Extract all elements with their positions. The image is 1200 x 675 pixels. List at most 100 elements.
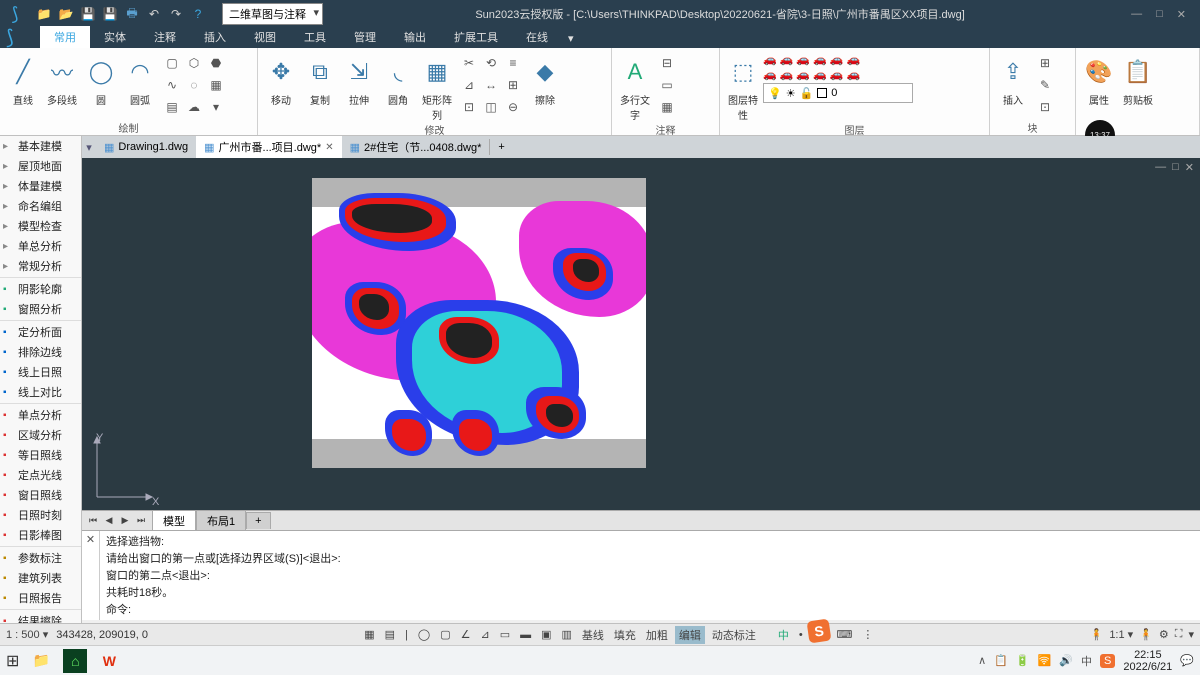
doc-tab[interactable]: ▦2#住宅（节...0408.dwg* [342, 136, 490, 158]
layer-state-icons[interactable]: 🚗🚗🚗🚗🚗🚗 [763, 53, 913, 66]
sidebar-item[interactable]: ▪阴影轮廓 [0, 279, 81, 299]
sidebar-item[interactable]: ▪日照时刻 [0, 505, 81, 525]
layout-tab-model[interactable]: 模型 [152, 510, 196, 531]
draw-small-tools[interactable]: ▢⬡⬣ ∿◌▦ ▤☁▾ [160, 50, 228, 120]
attr-button[interactable]: 🎨属性 [1080, 50, 1118, 107]
person-icon[interactable]: 🧍 [1090, 628, 1104, 641]
layer-props-button[interactable]: ⬚图层特性 [724, 50, 762, 122]
sidebar-item[interactable]: ▸屋顶地面 [0, 156, 81, 176]
array-button[interactable]: ▦矩形阵列 [418, 50, 456, 122]
minimize-icon[interactable]: — [1131, 8, 1142, 21]
add-tab-button[interactable]: + [489, 139, 512, 155]
viewport-controls[interactable]: —□✕ [1155, 161, 1194, 174]
doc-tab[interactable]: ▦Drawing1.dwg [96, 138, 196, 157]
sidebar-item[interactable]: ▪单点分析 [0, 405, 81, 425]
plot-icon[interactable]: 🖶 [124, 6, 140, 22]
sidebar-item[interactable]: ▸体量建模 [0, 176, 81, 196]
erase-button[interactable]: ◆擦除 [526, 50, 564, 107]
toggle-icon[interactable]: ▭ [497, 627, 513, 642]
toggle-icon[interactable]: ▢ [437, 627, 453, 642]
scale-combo[interactable]: 1 : 500 ▾ [6, 628, 48, 641]
tab-annotate[interactable]: 注释 [140, 26, 190, 48]
workspace-combo[interactable]: 二维草图与注释 [222, 3, 323, 25]
sidebar-item[interactable]: ▪建筑列表 [0, 568, 81, 588]
insert-block-button[interactable]: ⇪插入 [994, 50, 1032, 107]
move-button[interactable]: ✥移动 [262, 50, 300, 107]
tab-insert[interactable]: 插入 [190, 26, 240, 48]
annot-small[interactable]: ⊟▭▦ [655, 50, 679, 120]
system-tray[interactable]: ∧📋🔋🛜🔊中 S 22:152022/6/21 💬 [978, 649, 1194, 673]
tab-more[interactable]: ▾ [562, 29, 580, 48]
sidebar-item[interactable]: ▪定点光线 [0, 465, 81, 485]
toggle-icon[interactable]: ∠ [458, 627, 474, 642]
toggle-icon[interactable]: ▬ [517, 628, 534, 642]
tab-tools[interactable]: 工具 [290, 26, 340, 48]
sidebar-item[interactable]: ▪线上日照 [0, 362, 81, 382]
menu-icon[interactable]: ▾ [1188, 628, 1194, 641]
maximize-icon[interactable]: ⛶ [1175, 628, 1183, 641]
saveas-icon[interactable]: 💾 [102, 6, 118, 22]
sidebar-item[interactable]: ▪日照报告 [0, 588, 81, 608]
command-area[interactable]: ✕ 选择遮挡物:请给出窗口的第一点或[选择边界区域(S)]<退出>:窗口的第二点… [82, 530, 1200, 620]
copy-button[interactable]: ⧉复制 [301, 50, 339, 107]
sidebar-item[interactable]: ▪定分析面 [0, 322, 81, 342]
sidebar-item[interactable]: ▸命名编组 [0, 196, 81, 216]
sidebar-item[interactable]: ▸模型检查 [0, 216, 81, 236]
close-tab-icon[interactable]: ✕ [325, 142, 333, 153]
toggle-icon[interactable]: ▥ [559, 627, 575, 642]
sidebar-item[interactable]: ▪区域分析 [0, 425, 81, 445]
sidebar-item[interactable]: ▸单总分析 [0, 236, 81, 256]
new-icon[interactable]: 📁 [36, 6, 52, 22]
ime-cn[interactable]: 中 [775, 626, 792, 644]
help-icon[interactable]: ? [190, 6, 206, 22]
circle-button[interactable]: ◯圆 [82, 50, 120, 107]
tab-manage[interactable]: 管理 [340, 26, 390, 48]
person-icon[interactable]: 🧍 [1139, 628, 1153, 641]
fillet-button[interactable]: ◟圆角 [379, 50, 417, 107]
cmd-close-icon[interactable]: ✕ [82, 531, 100, 620]
clipboard-button[interactable]: 📋剪贴板 [1119, 50, 1157, 107]
sidebar-item[interactable]: ▪线上对比 [0, 382, 81, 402]
sidebar-item[interactable]: ▪排除边线 [0, 342, 81, 362]
toggle-icon[interactable]: ◯ [415, 627, 433, 642]
wps-icon[interactable]: W [97, 649, 121, 673]
doc-tab[interactable]: ▦广州市番...项目.dwg*✕ [196, 136, 341, 158]
gear-icon[interactable]: ⚙ [1159, 628, 1169, 641]
sidebar-item[interactable]: ▪参数标注 [0, 548, 81, 568]
layer-combo[interactable]: 💡 ☀ 🔓 0 [763, 83, 913, 103]
taskbar-clock[interactable]: 22:152022/6/21 [1123, 649, 1172, 673]
sidebar-item[interactable]: ▪日影棒图 [0, 525, 81, 545]
tab-common[interactable]: 常用 [40, 26, 90, 48]
sidebar-item[interactable]: ▪结果擦除 [0, 611, 81, 623]
toggle-icon[interactable]: ▦ [361, 627, 377, 642]
layout-add[interactable]: + [246, 512, 270, 529]
mtext-button[interactable]: A多行文字 [616, 50, 654, 122]
stretch-button[interactable]: ⇲拉伸 [340, 50, 378, 107]
maximize-icon[interactable]: □ [1156, 8, 1163, 21]
toggle-icon[interactable]: ⊿ [477, 627, 492, 642]
layout-tab-1[interactable]: 布局1 [196, 510, 246, 531]
block-small[interactable]: ⊞✎⊡ [1033, 50, 1057, 120]
sidebar-item[interactable]: ▪窗照分析 [0, 299, 81, 319]
tab-online[interactable]: 在线 [512, 26, 562, 48]
app-icon[interactable]: ⌂ [63, 649, 87, 673]
modify-small-tools[interactable]: ✂⟲≡ ⊿↔⊞ ⊡◫⊖ [457, 50, 525, 120]
app-menu-icon[interactable]: ⟆ [6, 25, 14, 50]
tab-ext[interactable]: 扩展工具 [440, 26, 512, 48]
explorer-icon[interactable]: 📁 [29, 649, 53, 673]
ime-indicator[interactable]: S [807, 619, 832, 644]
layout-nav[interactable]: ⏮◀▶⏭ [82, 515, 152, 526]
tabmenu-icon[interactable]: ▾ [82, 141, 96, 154]
save-icon[interactable]: 💾 [80, 6, 96, 22]
line-button[interactable]: ╱直线 [4, 50, 42, 107]
sidebar-item[interactable]: ▸常规分析 [0, 256, 81, 276]
arc-button[interactable]: ◠圆弧 [121, 50, 159, 107]
sidebar-item[interactable]: ▪窗日照线 [0, 485, 81, 505]
sidebar-item[interactable]: ▪等日照线 [0, 445, 81, 465]
undo-icon[interactable]: ↶ [146, 6, 162, 22]
drawing-canvas[interactable]: —□✕ YX [82, 158, 1200, 510]
open-icon[interactable]: 📂 [58, 6, 74, 22]
layer-state-icons2[interactable]: 🚗🚗🚗🚗🚗🚗 [763, 68, 913, 81]
toggle-icon[interactable]: ▣ [538, 627, 554, 642]
polyline-button[interactable]: 〰多段线 [43, 50, 81, 107]
